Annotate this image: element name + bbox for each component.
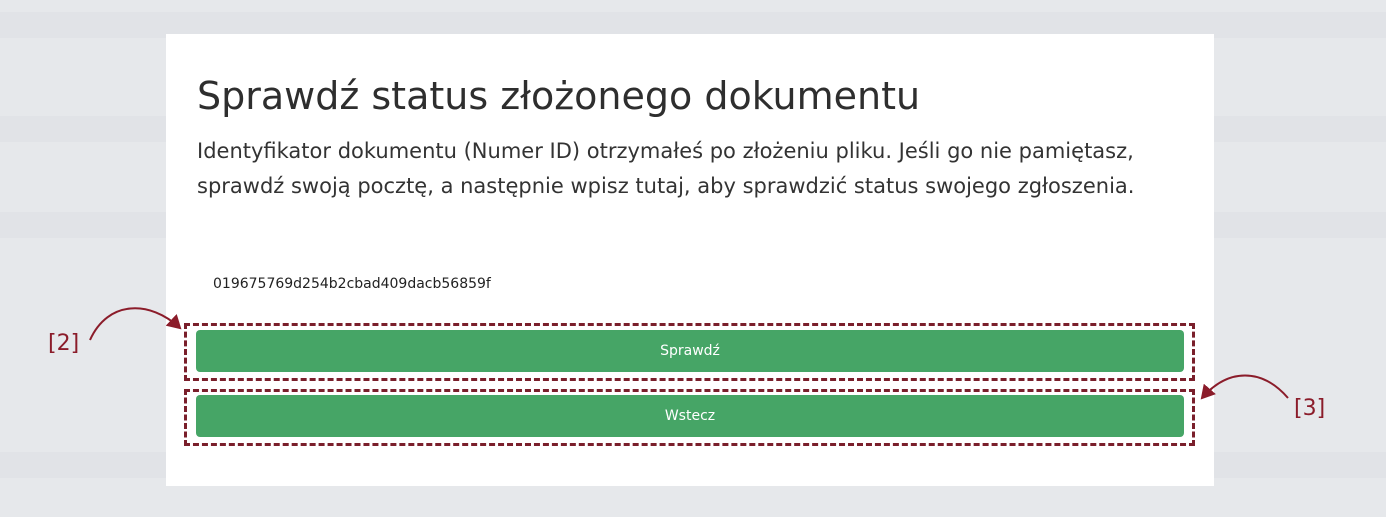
annotation-arrows [89,307,1289,400]
arrow-to-check-button [89,307,182,341]
arrow-to-back-button [1200,374,1289,400]
